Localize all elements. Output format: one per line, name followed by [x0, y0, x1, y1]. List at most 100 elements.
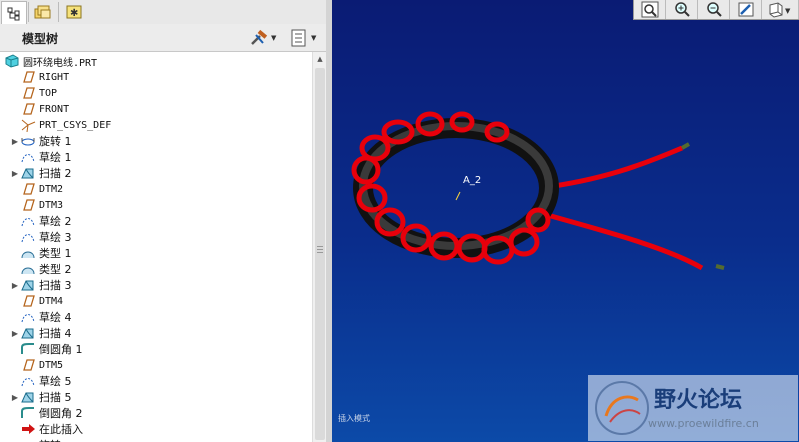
wire-end	[715, 264, 725, 270]
sweep-icon	[20, 166, 36, 180]
tree-item-label: 草绘 5	[39, 375, 72, 388]
tree-item-label: 倒圆角 2	[39, 407, 83, 420]
datum-plane-icon	[20, 294, 36, 308]
datum-plane-icon	[20, 182, 36, 196]
settings-tools-button[interactable]: ▼	[249, 27, 276, 48]
tree-item[interactable]: ▶ 扫描 4	[10, 325, 72, 341]
tree-item-label: 旋转 ‹	[39, 437, 69, 442]
sketch-icon	[20, 310, 36, 324]
panel-title: 模型树	[22, 32, 59, 46]
tree-item-label: 扫描 3	[39, 279, 72, 292]
tree-item[interactable]: DTM4	[10, 293, 63, 309]
expand-arrow-icon[interactable]: ▶	[10, 329, 20, 338]
axis-label: A_2	[463, 175, 482, 186]
tree-item[interactable]: DTM3	[10, 197, 63, 213]
sweep-icon	[20, 326, 36, 340]
tree-item-label: 草绘 1	[39, 151, 72, 164]
tree-item[interactable]: 类型 1	[10, 245, 72, 261]
tree-item-label: 倒圆角 1	[39, 343, 83, 356]
tree-item[interactable]: ▶ 扫描 3	[10, 277, 72, 293]
tree-item[interactable]: FRONT	[10, 101, 69, 117]
favorites-tab-icon[interactable]: ✱	[62, 1, 86, 23]
axis-marker	[455, 191, 461, 201]
coordinate-system-icon	[20, 118, 36, 133]
tree-item-label: 草绘 3	[39, 231, 72, 244]
tree-item[interactable]: 类型 2	[10, 261, 72, 277]
svg-text:✱: ✱	[70, 8, 78, 19]
tree-item[interactable]: RIGHT	[10, 69, 69, 85]
tree-item[interactable]: 草绘 2	[10, 213, 72, 229]
part-icon	[4, 54, 20, 68]
wire-lead-lower	[536, 209, 704, 271]
status-text: 插入模式	[338, 414, 370, 423]
expand-arrow-icon[interactable]: ▶	[10, 169, 20, 178]
expand-arrow-icon[interactable]: ▶	[10, 137, 20, 146]
tree-item[interactable]: 旋转 ‹	[10, 437, 69, 442]
tree-item[interactable]: TOP	[10, 85, 57, 101]
tree-item[interactable]: 草绘 4	[10, 309, 72, 325]
tree-item[interactable]: 倒圆角 2	[10, 405, 83, 421]
tree-item-label: 旋转 1	[39, 135, 72, 148]
scroll-thumb[interactable]	[315, 68, 325, 440]
graphics-viewport[interactable]: ▼ A_2 插入模式 野火论坛 www.proewildfire.cn	[332, 0, 799, 442]
tree-item-label: 扫描 4	[39, 327, 72, 340]
insert-here-icon	[20, 422, 36, 436]
tree-item-label: 扫描 2	[39, 167, 72, 180]
folder-browser-tab-icon[interactable]	[31, 1, 55, 23]
tree-item[interactable]: 在此插入	[10, 421, 83, 437]
tree-item-label: 草绘 2	[39, 215, 72, 228]
sketch-icon	[20, 214, 36, 228]
tree-item[interactable]: DTM2	[10, 181, 63, 197]
sketch-icon	[20, 374, 36, 388]
datum-plane-icon	[20, 358, 36, 372]
datum-plane-icon	[20, 86, 36, 100]
show-menu-button[interactable]: ▼	[290, 27, 316, 48]
tree-item[interactable]: PRT_CSYS_DEF	[10, 117, 111, 133]
revolve-icon	[20, 438, 36, 442]
tree-item-label: DTM4	[39, 295, 64, 307]
chevron-down-icon: ▼	[311, 33, 317, 42]
tree-item[interactable]: ▶ 扫描 2	[10, 165, 72, 181]
tools-icon	[251, 29, 268, 45]
tree-item-label: 在此插入	[39, 423, 83, 436]
forum-logo-icon	[595, 381, 649, 435]
expand-arrow-icon[interactable]: ▶	[10, 281, 20, 290]
tree-item[interactable]: 草绘 1	[10, 149, 72, 165]
tree-item[interactable]: 草绘 5	[10, 373, 72, 389]
model-tree-tab-icon[interactable]	[1, 1, 27, 25]
wire-end	[681, 142, 690, 150]
navigator-panel: ✱ 模型树 ▼ ▼ 圆环绕电线.PRT RIGHT TOP FRONT PRT_CSYS…	[0, 0, 331, 442]
round-icon	[20, 342, 36, 356]
tree-scrollbar[interactable]: ▲	[312, 52, 327, 442]
round-icon	[20, 406, 36, 420]
sketch-icon	[20, 150, 36, 164]
type-feature-icon	[20, 246, 36, 260]
tree-item-label: TOP	[39, 87, 58, 99]
scroll-up-icon[interactable]: ▲	[313, 52, 327, 66]
type-feature-icon	[20, 262, 36, 276]
datum-plane-icon	[20, 198, 36, 212]
tree-item[interactable]: ▶ 扫描 5	[10, 389, 72, 405]
tree-item-label: 类型 2	[39, 263, 72, 276]
sweep-icon	[20, 278, 36, 292]
watermark: 野火论坛 www.proewildfire.cn	[588, 375, 798, 441]
tree-item-label: 扫描 5	[39, 391, 72, 404]
model-tree-header: 模型树 ▼ ▼	[0, 24, 331, 52]
tree-item-label: 类型 1	[39, 247, 72, 260]
tree-item[interactable]: 圆环绕电线.PRT	[4, 53, 97, 69]
watermark-url: www.proewildfire.cn	[648, 417, 759, 430]
tree-item[interactable]: 草绘 3	[10, 229, 72, 245]
wire-lead-upper	[539, 145, 683, 191]
tree-item[interactable]: ▶ 旋转 1	[10, 133, 72, 149]
tree-item-label: FRONT	[39, 103, 70, 115]
navigator-tabs: ✱	[0, 0, 331, 25]
tree-item-label: PRT_CSYS_DEF	[39, 119, 112, 131]
list-settings-icon	[291, 29, 306, 46]
tree-item-label: 草绘 4	[39, 311, 72, 324]
tree-item[interactable]: DTM5	[10, 357, 63, 373]
tree-item-label: DTM2	[39, 183, 64, 195]
expand-arrow-icon[interactable]: ▶	[10, 393, 20, 402]
datum-plane-icon	[20, 102, 36, 116]
tree-item-label: RIGHT	[39, 71, 70, 83]
tree-item[interactable]: 倒圆角 1	[10, 341, 83, 357]
